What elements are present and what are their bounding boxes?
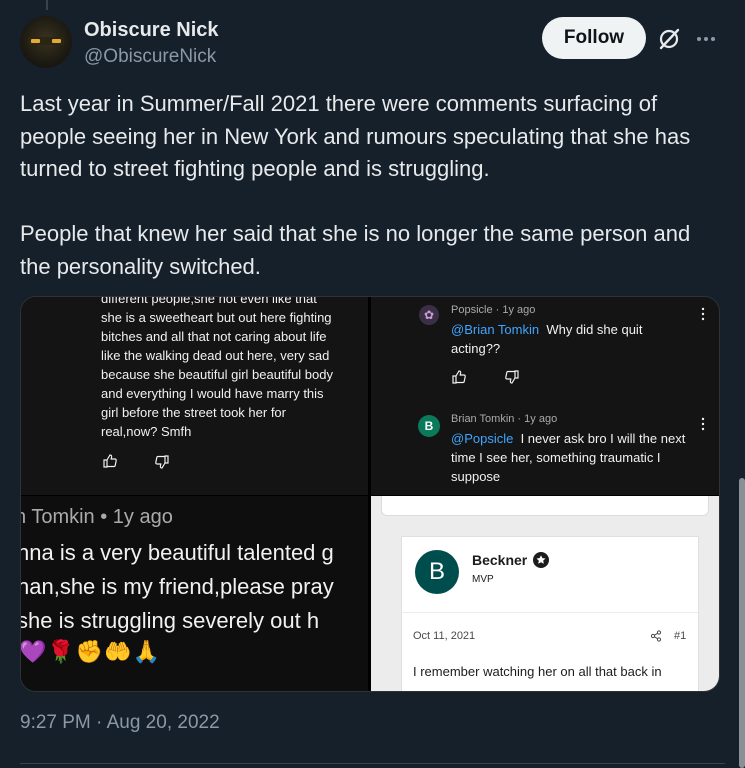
comment-emojis: 💜🌹✊🤲🙏 bbox=[21, 639, 161, 664]
forum-card-top bbox=[381, 496, 709, 516]
author-handle[interactable]: @ObiscureNick bbox=[84, 46, 216, 68]
thumbs-down-icon bbox=[505, 370, 519, 384]
author-avatar[interactable] bbox=[20, 16, 72, 68]
more-dots-icon[interactable] bbox=[694, 27, 718, 51]
comment-text: @Brian Tomkin Why did she quit acting?? bbox=[451, 320, 709, 358]
comment-text: nna is a very beautiful talented g nan,s… bbox=[21, 540, 334, 633]
avatar-eye-left bbox=[31, 39, 40, 43]
thumbs-up-icon bbox=[103, 454, 117, 468]
media-image-bottom-left[interactable]: n Tomkin • 1y ago nna is a very beautifu… bbox=[21, 496, 368, 691]
comment-meta: n Tomkin • 1y ago bbox=[21, 506, 173, 528]
media-image-top-left[interactable]: different people,she not even like that … bbox=[21, 297, 368, 495]
share-icon bbox=[650, 630, 662, 642]
forum-avatar: B bbox=[415, 550, 459, 594]
scrollbar-thumb[interactable] bbox=[739, 478, 745, 768]
media-image-bottom-right[interactable]: B Beckner MVP Oct 11, 2021 #1 I remember… bbox=[371, 496, 719, 691]
thumbs-down-icon bbox=[155, 455, 169, 469]
thumbs-up-icon bbox=[452, 370, 466, 384]
forum-post-text: I remember watching her on all that back… bbox=[413, 664, 662, 679]
vertical-dots-icon bbox=[701, 307, 705, 321]
tweet-timestamp[interactable]: 9:27 PM · Aug 20, 2022 bbox=[20, 712, 220, 734]
comment-meta: Popsicle · 1y ago bbox=[451, 304, 536, 316]
forum-post-number: #1 bbox=[674, 630, 687, 642]
media-grid[interactable]: different people,she not even like that … bbox=[20, 296, 720, 692]
comment-text: different people,she not even like that … bbox=[101, 296, 333, 439]
forum-username: Beckner bbox=[472, 552, 528, 568]
star-badge-icon bbox=[533, 552, 549, 568]
divider bbox=[20, 763, 725, 764]
forum-post-card: B Beckner MVP Oct 11, 2021 #1 I remember… bbox=[401, 536, 699, 691]
commenter-avatar: B bbox=[418, 415, 440, 437]
grok-slash-icon[interactable] bbox=[656, 26, 682, 52]
comment-mention: @Brian Tomkin bbox=[451, 322, 540, 337]
comment-meta: Brian Tomkin · 1y ago bbox=[451, 413, 558, 425]
follow-button[interactable]: Follow bbox=[542, 17, 646, 59]
comment-text: @Popsicle I never ask bro I will the nex… bbox=[451, 429, 713, 486]
comment-mention: @Popsicle bbox=[451, 431, 514, 446]
avatar-eye-right bbox=[52, 39, 61, 43]
forum-post-date: Oct 11, 2021 bbox=[413, 630, 476, 642]
thread-line bbox=[46, 0, 48, 10]
forum-divider bbox=[402, 612, 698, 613]
tweet-text: Last year in Summer/Fall 2021 there were… bbox=[20, 91, 691, 279]
media-image-top-right[interactable]: ✿ Popsicle · 1y ago @Brian Tomkin Why di… bbox=[371, 297, 719, 495]
commenter-avatar: ✿ bbox=[419, 305, 439, 325]
author-display-name[interactable]: Obiscure Nick bbox=[84, 19, 219, 42]
forum-user-role: MVP bbox=[472, 574, 494, 585]
